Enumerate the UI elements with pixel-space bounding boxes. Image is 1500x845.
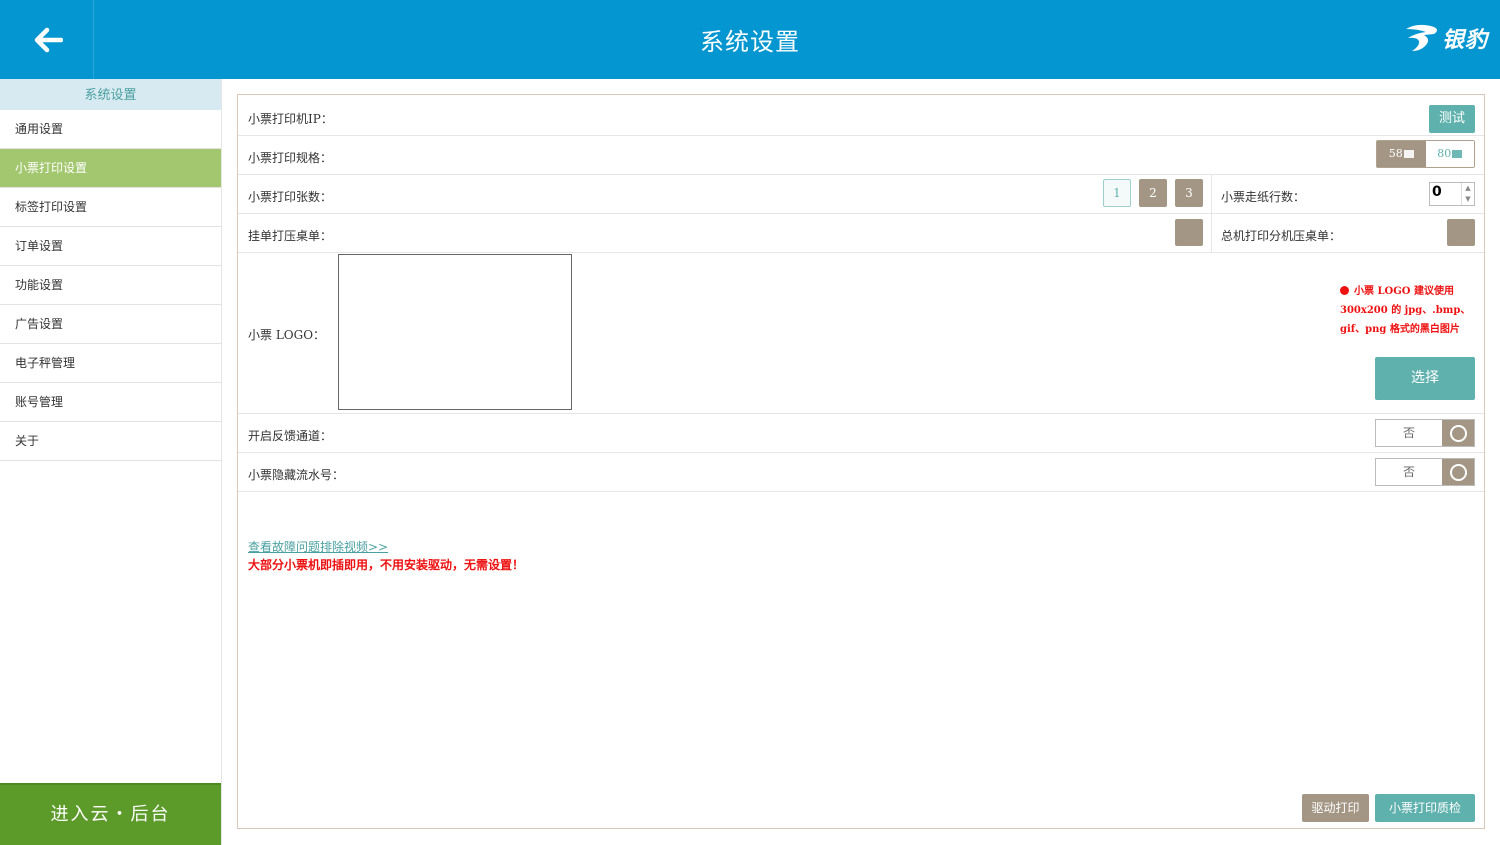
troubleshoot-video-link[interactable]: 查看故障问题排除视频>> <box>248 538 388 555</box>
logo-row: 小票 LOGO： 小票 LOGO 建议使用 300x200 的 jpg、.bmp… <box>238 252 1484 414</box>
print-count-label: 小票打印张数： <box>248 190 333 204</box>
print-quality-check-button[interactable]: 小票打印质检 <box>1375 794 1475 822</box>
sidebar: 系统设置 通用设置 小票打印设置 标签打印设置 订单设置 功能设置 广告设置 电… <box>0 79 222 845</box>
print-count-row: 小票打印张数： 1 2 3 小票走纸行数： 0 ▲ ▼ <box>238 174 1484 214</box>
paper-bars-icon <box>1403 150 1414 158</box>
hide-serial-switch-value: 否 <box>1402 465 1415 479</box>
driver-warning: 大部分小票机即插即用，不用安装驱动，无需设置！ <box>248 558 525 572</box>
spec-80-label: 80 <box>1437 147 1452 160</box>
feedback-switch-value: 否 <box>1402 426 1415 440</box>
driver-print-button[interactable]: 驱动打印 <box>1302 794 1369 822</box>
enter-cloud-backend-button[interactable]: 进入云・后台 <box>0 783 221 845</box>
logo-label: 小票 LOGO： <box>248 328 326 342</box>
feed-lines-stepper[interactable]: 0 ▲ ▼ <box>1429 182 1475 206</box>
print-count-option-2[interactable]: 2 <box>1139 179 1167 207</box>
sidebar-item-function[interactable]: 功能设置 <box>0 266 221 305</box>
brand-name: 银豹 <box>1441 28 1488 53</box>
logo-preview[interactable] <box>338 254 572 410</box>
top-bar: 系统设置 银豹 <box>0 0 1500 79</box>
test-printer-button[interactable]: 测试 <box>1429 105 1475 133</box>
leopard-icon <box>1405 24 1437 51</box>
master-print-label: 总机打印分机压桌单： <box>1221 229 1342 243</box>
stepper-up-icon[interactable]: ▲ <box>1462 183 1474 194</box>
hang-order-checkbox[interactable] <box>1175 219 1203 246</box>
sidebar-item-scale[interactable]: 电子秤管理 <box>0 344 221 383</box>
column-divider <box>1211 174 1212 213</box>
hang-order-row: 挂单打压桌单： 总机打印分机压桌单： <box>238 213 1484 253</box>
paper-spec-label: 小票打印规格： <box>248 151 333 165</box>
feed-lines-value: 0 <box>1432 184 1442 200</box>
hang-order-label: 挂单打压桌单： <box>248 229 333 243</box>
hide-serial-row: 小票隐藏流水号： 否 <box>238 452 1484 492</box>
sidebar-item-general[interactable]: 通用设置 <box>0 110 221 149</box>
logo-hint-line3: gif、png 格式的黑白图片 <box>1340 324 1460 335</box>
feedback-label: 开启反馈通道： <box>248 429 333 443</box>
stepper-arrows[interactable]: ▲ ▼ <box>1461 183 1474 205</box>
logo-hint: 小票 LOGO 建议使用 300x200 的 jpg、.bmp、 gif、png… <box>1340 282 1475 339</box>
hide-serial-switch[interactable]: 否 <box>1375 458 1475 486</box>
page-title: 系统设置 <box>700 28 800 56</box>
column-divider <box>1211 213 1212 252</box>
brand-logo: 银豹 <box>1404 20 1488 56</box>
switch-knob-icon <box>1442 420 1474 446</box>
stepper-down-icon[interactable]: ▼ <box>1462 194 1474 205</box>
logo-hint-line1: 小票 LOGO 建议使用 <box>1354 286 1454 297</box>
paper-spec-toggle[interactable]: 58 80 <box>1376 140 1475 168</box>
choose-logo-button[interactable]: 选择 <box>1375 357 1475 400</box>
paper-bars-icon <box>1452 150 1463 158</box>
master-print-checkbox[interactable] <box>1447 219 1475 246</box>
feed-lines-label: 小票走纸行数： <box>1221 190 1306 204</box>
logo-hint-line2: 300x200 的 jpg、.bmp、 <box>1340 305 1471 316</box>
switch-knob-icon <box>1442 459 1474 485</box>
print-count-option-1[interactable]: 1 <box>1103 179 1131 207</box>
sidebar-item-ads[interactable]: 广告设置 <box>0 305 221 344</box>
sidebar-item-about[interactable]: 关于 <box>0 422 221 461</box>
sidebar-item-receipt-print[interactable]: 小票打印设置 <box>0 149 221 188</box>
feedback-switch[interactable]: 否 <box>1375 419 1475 447</box>
printer-ip-label: 小票打印机IP： <box>248 112 333 126</box>
print-count-option-3[interactable]: 3 <box>1175 179 1203 207</box>
red-dot-icon <box>1340 286 1349 295</box>
hide-serial-label: 小票隐藏流水号： <box>248 468 345 482</box>
feedback-row: 开启反馈通道： 否 <box>238 413 1484 453</box>
spec-58-label: 58 <box>1388 147 1403 160</box>
sidebar-item-label-print[interactable]: 标签打印设置 <box>0 188 221 227</box>
printer-ip-row: 小票打印机IP： 测试 <box>238 95 1484 136</box>
spec-80-option[interactable]: 80 <box>1425 141 1474 167</box>
sidebar-item-order[interactable]: 订单设置 <box>0 227 221 266</box>
sidebar-title: 系统设置 <box>0 79 221 110</box>
settings-panel: 小票打印机IP： 测试 小票打印规格： 58 80 小票打印张数： 1 2 3 … <box>237 94 1485 829</box>
paper-spec-row: 小票打印规格： 58 80 <box>238 135 1484 175</box>
sidebar-item-account[interactable]: 账号管理 <box>0 383 221 422</box>
spec-58-option[interactable]: 58 <box>1377 141 1426 167</box>
